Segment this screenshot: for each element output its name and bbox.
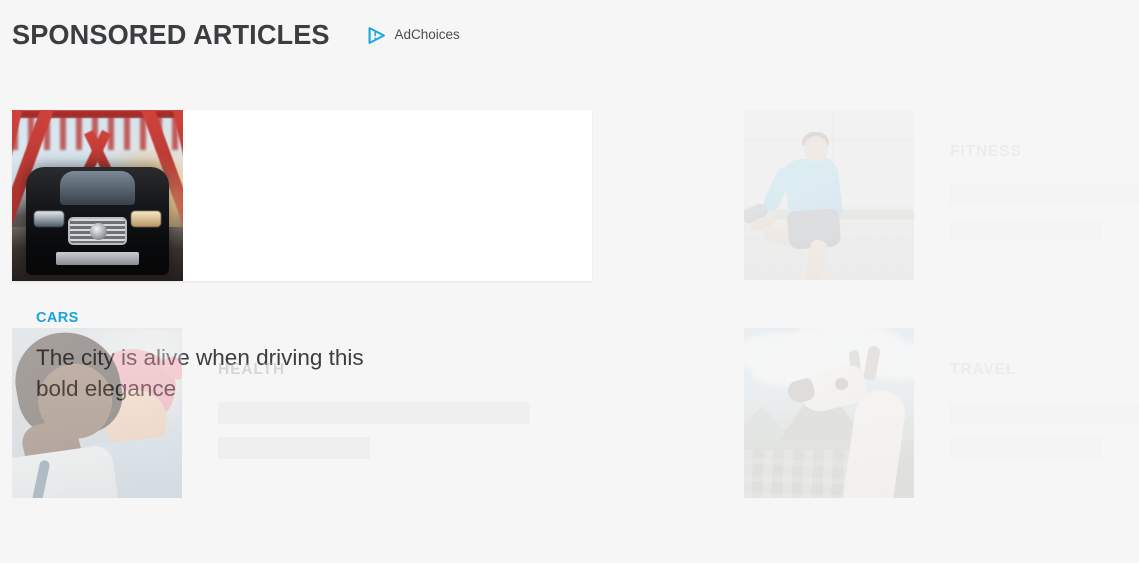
runner-photo [744, 110, 914, 280]
article-card-text-fitness: FITNESS [914, 110, 1139, 241]
article-thumbnail-fitness [744, 110, 914, 280]
headline-placeholder-bar [950, 218, 1102, 241]
headline-placeholder-bar [218, 436, 370, 459]
article-thumbnail-cars [12, 110, 183, 281]
doctor-child-photo [12, 328, 182, 498]
article-card-surface[interactable]: CARS The city is alive when driving this… [12, 110, 592, 401]
adchoices-link[interactable]: AdChoices [367, 23, 460, 47]
article-card-text-health: HEALTH [182, 328, 604, 459]
article-card-travel[interactable]: TRAVEL [744, 328, 1139, 498]
article-card-health[interactable]: HEALTH [12, 328, 604, 498]
article-kicker-travel[interactable]: TRAVEL [950, 362, 1139, 378]
adchoices-label[interactable]: AdChoices [394, 28, 459, 42]
article-card-cars[interactable]: CARS The city is alive when driving this… [12, 110, 604, 401]
page-title: SPONSORED ARTICLES [12, 19, 330, 50]
article-thumbnail-health [12, 328, 182, 498]
adchoices-triangle-icon[interactable] [367, 26, 386, 45]
headline-placeholder-bar [950, 436, 1102, 459]
article-kicker-cars[interactable]: CARS [36, 311, 568, 326]
article-kicker-fitness[interactable]: FITNESS [950, 144, 1139, 160]
sponsored-articles-grid: CARS The city is alive when driving this… [0, 110, 1139, 528]
sponsored-articles-page: SPONSORED ARTICLES AdChoices CARS when d… [0, 0, 1139, 563]
article-card-text-travel: TRAVEL [914, 328, 1139, 459]
article-card-fitness[interactable]: FITNESS [744, 110, 1139, 280]
headline-placeholder-bar [950, 401, 1139, 424]
grid-row: HEALTH TRAVEL [0, 328, 1139, 528]
grid-row: CARS The city is alive when driving this… [0, 110, 1139, 401]
machu-picchu-llama-photo [744, 328, 914, 498]
headline-placeholder-bar [218, 401, 530, 424]
headline-placeholder-bar [950, 183, 1139, 206]
article-thumbnail-travel [744, 328, 914, 498]
car-bridge-photo [12, 110, 183, 281]
section-header: SPONSORED ARTICLES AdChoices [12, 14, 460, 56]
article-kicker-health[interactable]: HEALTH [218, 362, 604, 378]
